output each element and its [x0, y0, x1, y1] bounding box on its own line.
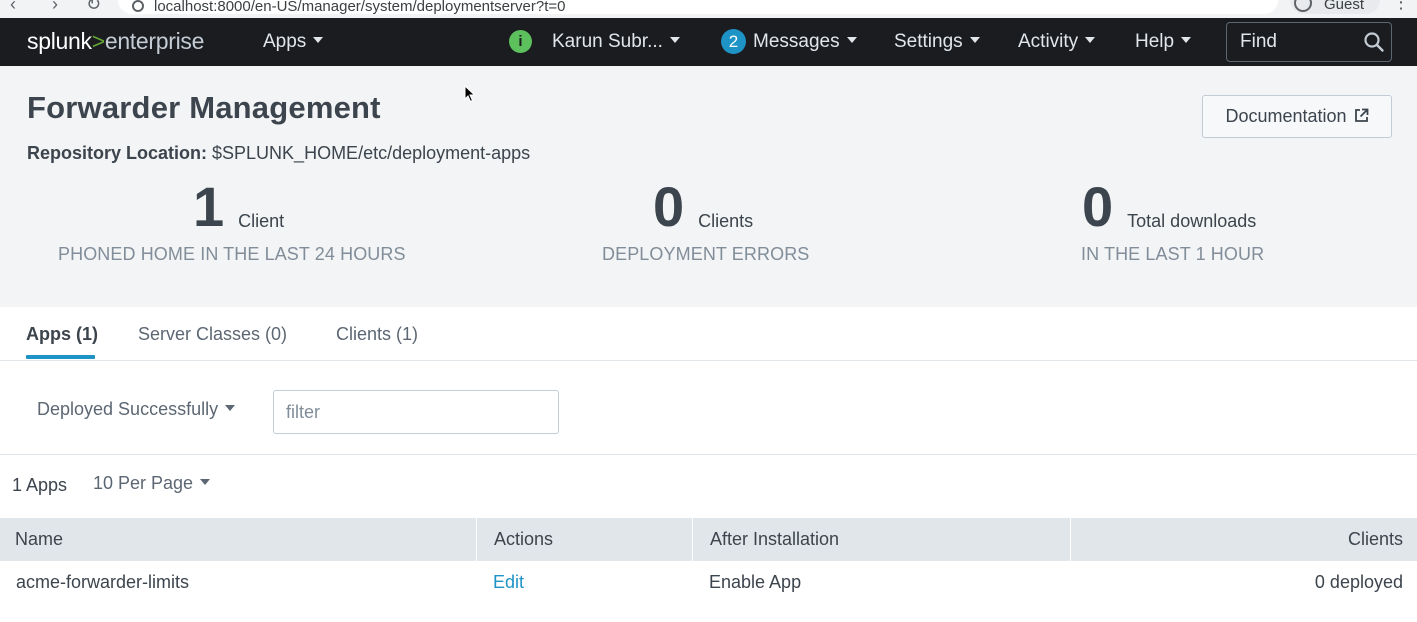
- forward-icon[interactable]: ›: [52, 0, 58, 15]
- caret-down-icon: [669, 36, 680, 43]
- apps-menu[interactable]: Apps: [263, 31, 324, 53]
- messages-menu[interactable]: Messages: [753, 31, 857, 53]
- caret-down-icon: [1085, 36, 1096, 43]
- per-page-dropdown[interactable]: 10 Per Page: [93, 473, 211, 494]
- column-divider: [476, 518, 477, 561]
- messages-menu-label: Messages: [753, 31, 840, 52]
- mouse-pointer-icon: [464, 85, 476, 103]
- tab-clients[interactable]: Clients (1): [336, 324, 418, 345]
- table-row: acme-forwarder-limits Edit Enable App 0 …: [0, 561, 1417, 603]
- reload-icon[interactable]: ↻: [86, 0, 101, 15]
- user-menu-label: Karun Subr...: [552, 31, 663, 52]
- settings-menu-label: Settings: [894, 31, 963, 52]
- settings-menu[interactable]: Settings: [894, 31, 980, 53]
- caret-down-icon: [313, 36, 324, 43]
- tab-server-classes[interactable]: Server Classes (0): [138, 324, 287, 345]
- logo-product: enterprise: [104, 28, 205, 54]
- column-header-clients[interactable]: Clients: [1348, 518, 1403, 561]
- activity-menu[interactable]: Activity: [1018, 31, 1096, 53]
- splunk-top-nav: splunk>enterprise Apps i Karun Subr... 2…: [0, 18, 1417, 66]
- tab-apps[interactable]: Apps (1): [26, 324, 98, 345]
- find-input[interactable]: [1227, 23, 1357, 61]
- splunk-logo[interactable]: splunk>enterprise: [27, 28, 204, 55]
- caret-down-icon: [1181, 36, 1192, 43]
- page-header: Forwarder Management Repository Location…: [0, 66, 1417, 307]
- stat-value: 0: [1082, 175, 1114, 238]
- repository-location-path: $SPLUNK_HOME/etc/deployment-apps: [207, 143, 531, 163]
- deploy-status-dropdown[interactable]: Deployed Successfully: [37, 399, 236, 420]
- repository-location-label: Repository Location:: [27, 143, 208, 163]
- column-divider: [1070, 518, 1071, 561]
- activity-menu-label: Activity: [1018, 31, 1079, 52]
- app-name: acme-forwarder-limits: [16, 572, 190, 592]
- filter-input[interactable]: [273, 390, 559, 434]
- column-header-after-installation[interactable]: After Installation: [710, 518, 839, 561]
- messages-count-badge[interactable]: 2: [721, 29, 746, 54]
- address-bar-url: localhost:8000/en-US/manager/system/depl…: [154, 0, 566, 15]
- stat-caption: DEPLOYMENT ERRORS: [602, 244, 810, 264]
- profile-icon: [1294, 0, 1312, 12]
- caret-down-icon: [969, 36, 980, 43]
- logo-chevron: >: [91, 28, 105, 54]
- stat-unit: Total downloads: [1127, 211, 1257, 231]
- caret-down-icon: [846, 36, 857, 43]
- column-header-name[interactable]: Name: [15, 518, 63, 561]
- edit-link[interactable]: Edit: [493, 561, 524, 603]
- table-header: Name Actions After Installation Clients: [0, 518, 1417, 561]
- external-link-icon: [1354, 108, 1368, 122]
- health-info-icon[interactable]: i: [509, 30, 532, 53]
- clients-deployed-value: 0 deployed: [1314, 572, 1403, 592]
- back-icon[interactable]: ‹: [10, 0, 16, 15]
- stat-value: 1: [193, 175, 225, 238]
- deploy-status-selected: Deployed Successfully: [37, 399, 219, 419]
- profile-label: Guest: [1324, 0, 1365, 13]
- address-bar[interactable]: localhost:8000/en-US/manager/system/depl…: [118, 0, 1278, 15]
- help-menu-label: Help: [1135, 31, 1175, 52]
- column-divider: [692, 518, 693, 561]
- tab-bar: Apps (1) Server Classes (0) Clients (1): [0, 307, 1417, 361]
- per-page-label: 10 Per Page: [93, 473, 194, 493]
- filter-bar: Deployed Successfully: [0, 362, 1417, 455]
- caret-down-icon: [225, 405, 236, 412]
- documentation-button[interactable]: Documentation: [1202, 95, 1392, 138]
- apps-count: 1 Apps: [12, 475, 68, 495]
- active-tab-indicator: [26, 355, 95, 359]
- stat-deployment-errors: 0 Clients: [653, 176, 753, 238]
- page-title: Forwarder Management: [27, 90, 381, 125]
- stat-unit: Client: [238, 211, 285, 231]
- stat-caption: IN THE LAST 1 HOUR: [1081, 244, 1265, 264]
- profile-button[interactable]: Guest: [1290, 0, 1380, 14]
- site-info-icon[interactable]: [132, 0, 144, 12]
- documentation-button-label: Documentation: [1225, 106, 1347, 126]
- after-installation-value: Enable App: [709, 572, 802, 592]
- stat-value: 0: [653, 175, 685, 238]
- repository-location: Repository Location: $SPLUNK_HOME/etc/de…: [27, 143, 530, 164]
- stat-caption: PHONED HOME IN THE LAST 24 HOURS: [58, 244, 406, 264]
- column-header-actions: Actions: [494, 529, 554, 549]
- find-box: [1226, 22, 1392, 62]
- apps-menu-label: Apps: [263, 31, 307, 52]
- stat-clients-phoned-home: 1 Client: [193, 176, 284, 238]
- apps-table: Name Actions After Installation Clients …: [0, 518, 1417, 603]
- search-icon[interactable]: [1363, 31, 1385, 53]
- user-menu[interactable]: Karun Subr...: [552, 31, 680, 53]
- logo-main: splunk: [27, 28, 92, 54]
- stat-total-downloads: 0 Total downloads: [1082, 176, 1256, 238]
- stat-unit: Clients: [698, 211, 754, 231]
- help-menu[interactable]: Help: [1135, 31, 1192, 53]
- browser-toolbar: ‹ › ↻ localhost:8000/en-US/manager/syste…: [0, 0, 1417, 18]
- caret-down-icon: [200, 479, 211, 486]
- browser-menu-icon[interactable]: ⋮: [1392, 0, 1410, 13]
